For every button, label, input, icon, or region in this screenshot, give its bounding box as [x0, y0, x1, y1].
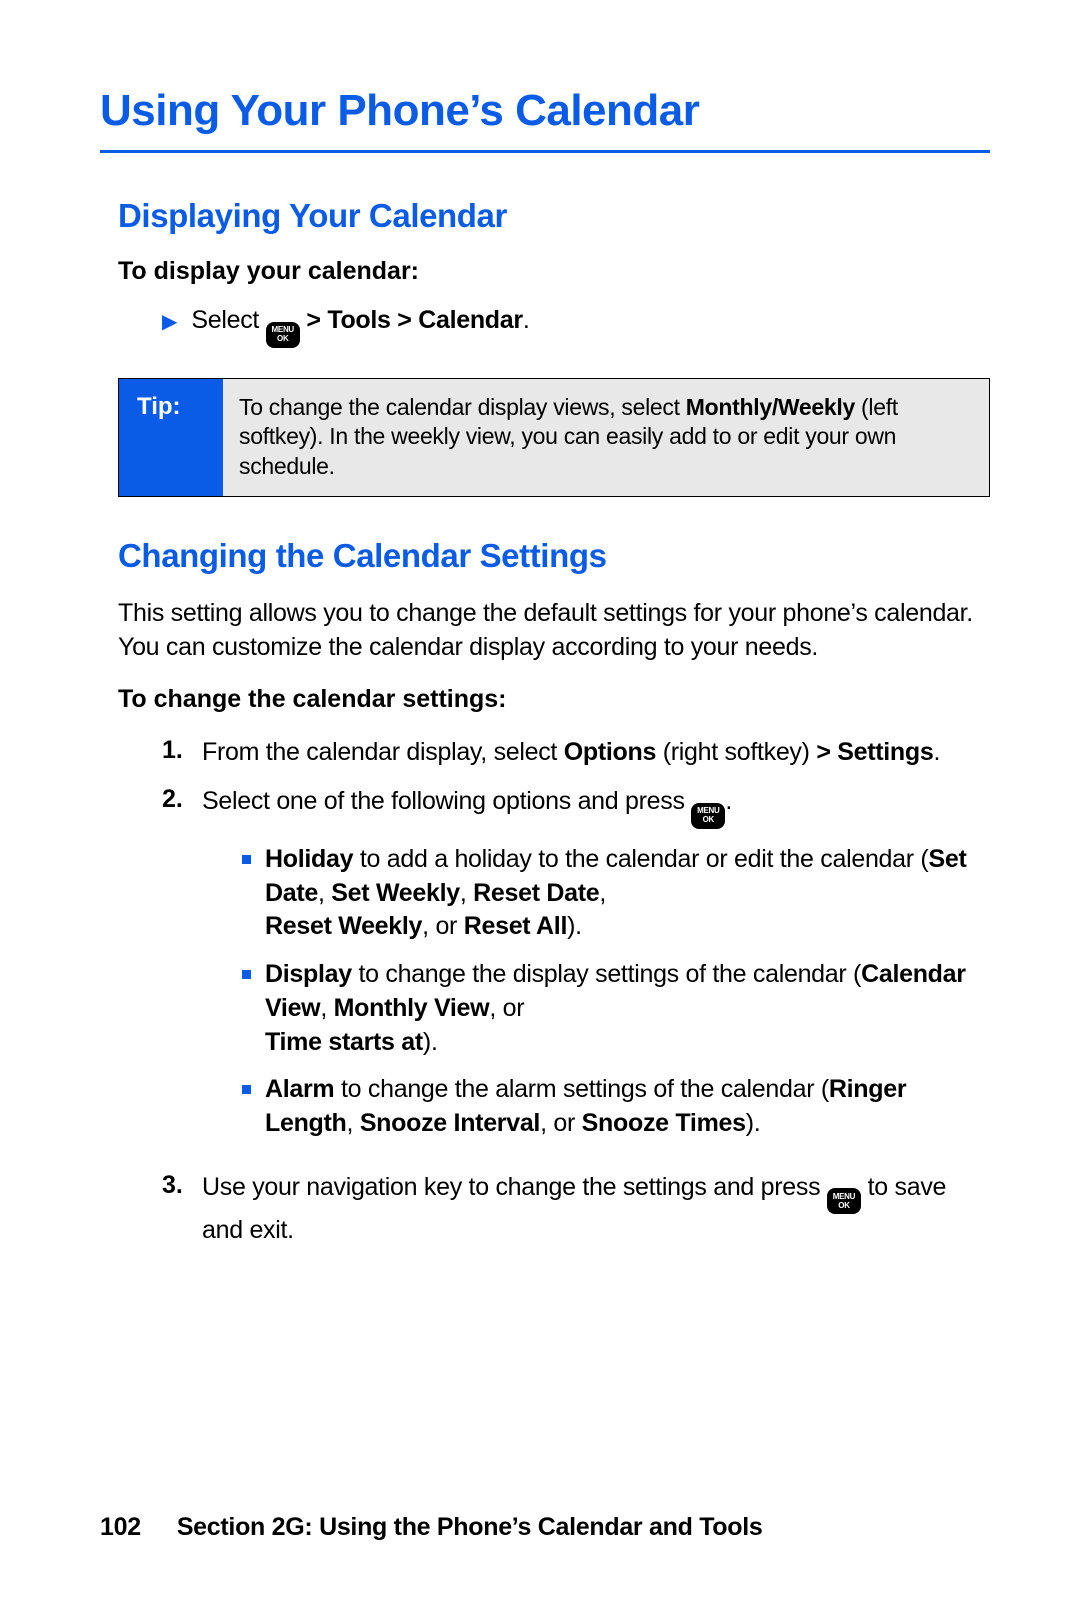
text: .	[523, 306, 530, 334]
text: , or	[489, 994, 524, 1022]
text: Select	[191, 306, 265, 334]
text-bold: Reset All	[464, 912, 567, 940]
text: , or	[422, 912, 464, 940]
text: Use your navigation key to change the se…	[202, 1173, 827, 1201]
section-heading-displaying: Displaying Your Calendar	[118, 197, 990, 235]
text-bold: Options	[564, 738, 656, 766]
text: ,	[599, 879, 606, 907]
text-bold: Display	[265, 960, 352, 988]
text-bold: Snooze Interval	[360, 1109, 540, 1137]
text: ,	[320, 994, 333, 1022]
step-number: 2.	[162, 785, 202, 1155]
option-body: Display to change the display settings o…	[265, 958, 990, 1059]
step-1: 1. From the calendar display, select Opt…	[162, 736, 990, 770]
tip-label: Tip:	[119, 379, 223, 497]
text: to add a holiday to the calendar or edit…	[353, 845, 928, 873]
option-body: Alarm to change the alarm settings of th…	[265, 1073, 990, 1141]
tip-box: Tip: To change the calendar display view…	[118, 378, 990, 498]
option-alarm: Alarm to change the alarm settings of th…	[242, 1073, 990, 1141]
sub-options: Holiday to add a holiday to the calendar…	[202, 843, 990, 1141]
text-bold: Time starts at	[265, 1028, 423, 1056]
triangle-bullet-icon: ▶	[162, 309, 177, 348]
text-bold: Snooze Times	[582, 1109, 746, 1137]
section-paragraph: This setting allows you to change the de…	[118, 597, 990, 665]
text: To change the calendar display views, se…	[239, 394, 686, 420]
text: ,	[318, 879, 331, 907]
square-bullet-icon	[242, 855, 251, 864]
text: ,	[460, 879, 473, 907]
text: ).	[423, 1028, 438, 1056]
text: Select one of the following options and …	[202, 787, 691, 815]
step-body: Use your navigation key to change the se…	[202, 1171, 990, 1248]
text-bold: Alarm	[265, 1075, 334, 1103]
text-bold: Monthly View	[334, 994, 490, 1022]
step-body: Select MENUOK > Tools > Calendar.	[191, 304, 529, 348]
text: ).	[746, 1109, 761, 1137]
step-body: From the calendar display, select Option…	[202, 736, 940, 770]
text: .	[933, 738, 940, 766]
page-content: Using Your Phone’s Calendar Displaying Y…	[0, 0, 1080, 1248]
step-number: 1.	[162, 736, 202, 770]
lead-change-settings: To change the calendar settings:	[118, 685, 990, 714]
text-bold: Set Weekly	[331, 879, 460, 907]
page-number: 102	[100, 1513, 141, 1541]
tip-body: To change the calendar display views, se…	[223, 379, 989, 497]
text: ).	[567, 912, 582, 940]
text-bold: Reset Weekly	[265, 912, 422, 940]
section-heading-changing: Changing the Calendar Settings	[118, 537, 990, 575]
text: (right softkey)	[656, 738, 816, 766]
text-bold: >	[300, 306, 328, 334]
text-bold: > Settings	[816, 738, 933, 766]
text: to change the display settings of the ca…	[352, 960, 861, 988]
text-bold: Reset Date	[473, 879, 599, 907]
step-display-calendar: ▶ Select MENUOK > Tools > Calendar.	[162, 304, 990, 348]
text-bold: Tools > Calendar	[327, 306, 522, 334]
option-holiday: Holiday to add a holiday to the calendar…	[242, 843, 990, 944]
square-bullet-icon	[242, 1085, 251, 1094]
text-bold: Holiday	[265, 845, 353, 873]
menu-ok-key-icon: MENUOK	[827, 1188, 861, 1214]
option-body: Holiday to add a holiday to the calendar…	[265, 843, 990, 944]
text: , or	[540, 1109, 582, 1137]
text: From the calendar display, select	[202, 738, 564, 766]
text-bold: Monthly/Weekly	[686, 394, 855, 420]
ordered-steps: 1. From the calendar display, select Opt…	[162, 736, 990, 1249]
step-3: 3. Use your navigation key to change the…	[162, 1171, 990, 1248]
step-2: 2. Select one of the following options a…	[162, 785, 990, 1155]
text: to change the alarm settings of the cale…	[334, 1075, 829, 1103]
text: ,	[347, 1109, 360, 1137]
menu-ok-key-icon: MENUOK	[266, 322, 300, 348]
page-title: Using Your Phone’s Calendar	[100, 86, 990, 153]
option-display: Display to change the display settings o…	[242, 958, 990, 1059]
step-number: 3.	[162, 1171, 202, 1248]
square-bullet-icon	[242, 970, 251, 979]
page-footer: 102 Section 2G: Using the Phone’s Calenda…	[100, 1513, 763, 1542]
lead-display-calendar: To display your calendar:	[118, 257, 990, 286]
menu-ok-key-icon: MENUOK	[691, 803, 725, 829]
section-label: Section 2G: Using the Phone’s Calendar a…	[177, 1513, 763, 1541]
text: .	[725, 787, 732, 815]
step-body: Select one of the following options and …	[202, 785, 990, 1155]
